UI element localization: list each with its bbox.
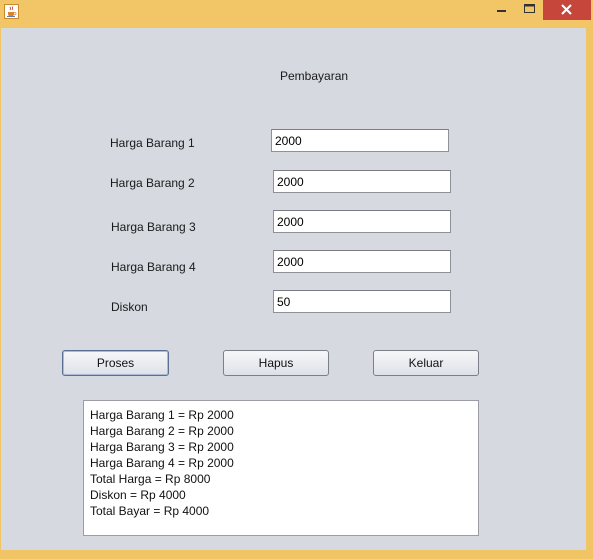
minimize-button[interactable] [489, 0, 515, 20]
java-cup-icon[interactable] [4, 4, 19, 19]
maximize-button[interactable] [516, 0, 542, 20]
close-icon [561, 4, 572, 15]
result-line: Diskon = Rp 4000 [90, 488, 186, 502]
result-textarea[interactable]: Harga Barang 1 = Rp 2000 Harga Barang 2 … [83, 400, 479, 536]
app-window: Pembayaran Harga Barang 1 Harga Barang 2… [0, 0, 593, 559]
proses-button[interactable]: Proses [62, 350, 169, 376]
input-harga-barang-3[interactable] [273, 210, 451, 233]
window-bottom-border [0, 550, 593, 559]
input-diskon[interactable] [273, 290, 451, 313]
result-line: Harga Barang 2 = Rp 2000 [90, 424, 234, 438]
result-line: Harga Barang 4 = Rp 2000 [90, 456, 234, 470]
minimize-icon [497, 10, 506, 12]
result-line: Harga Barang 1 = Rp 2000 [90, 408, 234, 422]
title-bar[interactable] [0, 0, 593, 27]
result-line: Total Bayar = Rp 4000 [90, 504, 210, 518]
keluar-button[interactable]: Keluar [373, 350, 479, 376]
input-harga-barang-2[interactable] [273, 170, 451, 193]
result-line: Total Harga = Rp 8000 [90, 472, 211, 486]
label-harga-barang-2: Harga Barang 2 [110, 176, 195, 190]
form-title: Pembayaran [280, 69, 349, 83]
maximize-icon [524, 4, 535, 13]
input-harga-barang-1[interactable] [271, 129, 449, 152]
result-line: Harga Barang 3 = Rp 2000 [90, 440, 234, 454]
content-panel: Pembayaran Harga Barang 1 Harga Barang 2… [1, 28, 586, 550]
input-harga-barang-4[interactable] [273, 250, 451, 273]
label-harga-barang-3: Harga Barang 3 [111, 220, 196, 234]
label-diskon: Diskon [111, 300, 148, 314]
label-harga-barang-1: Harga Barang 1 [110, 136, 195, 150]
label-harga-barang-4: Harga Barang 4 [111, 260, 196, 274]
hapus-button[interactable]: Hapus [223, 350, 329, 376]
close-button[interactable] [543, 0, 591, 20]
